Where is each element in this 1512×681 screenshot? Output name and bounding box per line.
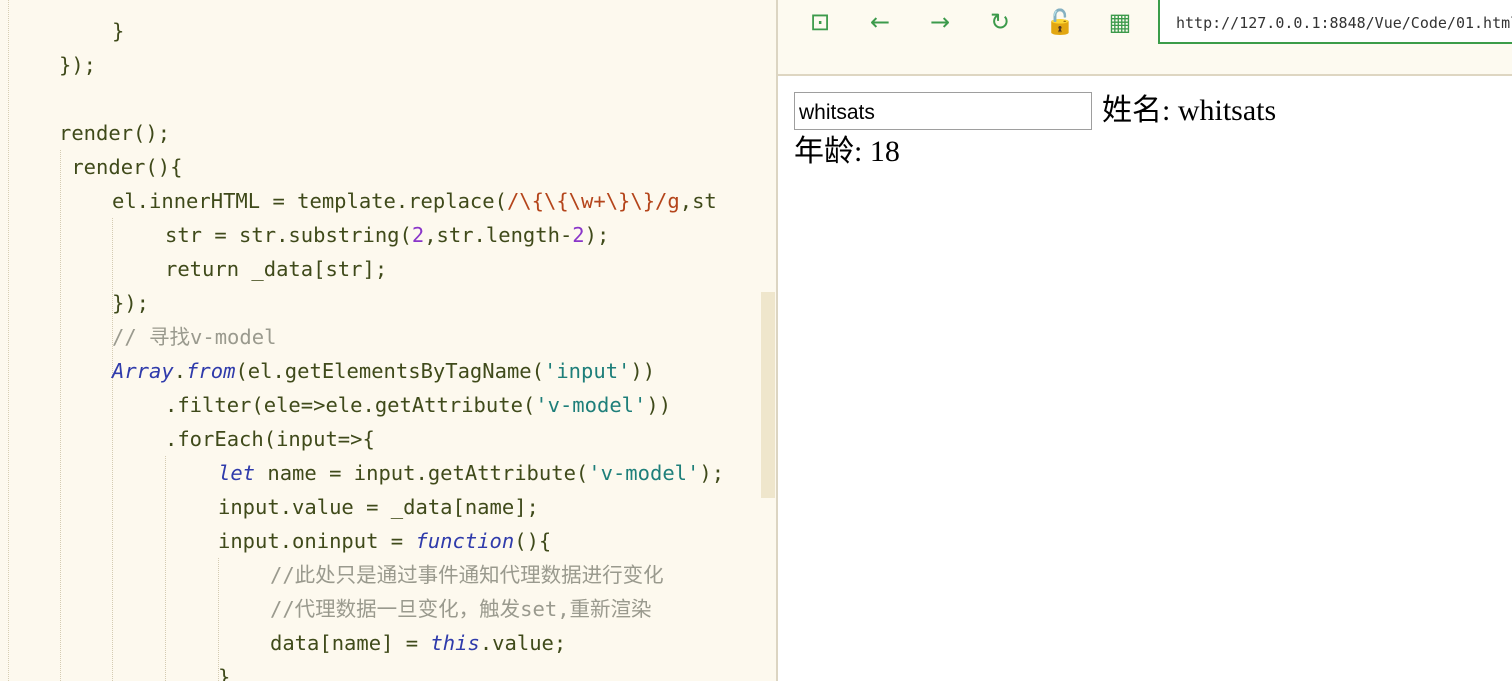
code-line: }); xyxy=(112,286,149,320)
code-token: . xyxy=(173,359,187,383)
code-line: data[name] = this.value; xyxy=(270,626,566,660)
code-token: )) xyxy=(630,359,656,383)
code-line: let name = input.getAttribute('v-model')… xyxy=(218,456,724,490)
code-token: el.innerHTML = template.replace( xyxy=(112,189,507,213)
code-token: this xyxy=(430,631,480,655)
code-token: str = str.substring( xyxy=(165,223,412,247)
unlock-icon[interactable]: 🔓 xyxy=(1044,6,1076,38)
code-token: ,str.length- xyxy=(424,223,573,247)
code-token: } xyxy=(218,665,231,681)
code-line: render(){ xyxy=(59,150,182,184)
code-token: function xyxy=(415,529,515,553)
code-token: 'v-model' xyxy=(588,461,700,485)
reload-icon[interactable]: ↻ xyxy=(984,6,1016,38)
code-token: .filter(ele=>ele.getAttribute( xyxy=(165,393,536,417)
code-token: (el.getElementsByTagName( xyxy=(235,359,544,383)
code-token: }); xyxy=(112,291,150,315)
code-token: name = input.getAttribute( xyxy=(255,461,589,485)
code-line: return _data[str]; xyxy=(165,252,387,286)
code-token: return _data[str]; xyxy=(165,257,388,281)
name-input[interactable] xyxy=(794,92,1092,130)
code-line: } xyxy=(112,14,124,48)
code-token: /\{\{\w+\}\}/g xyxy=(506,189,680,213)
code-token: 'input' xyxy=(544,359,631,383)
scrollbar-thumb[interactable] xyxy=(761,292,775,498)
code-token: ,st xyxy=(679,189,717,213)
code-line: input.value = _data[name]; xyxy=(218,490,539,524)
code-line: str = str.substring(2,str.length-2); xyxy=(165,218,609,252)
name-display: 姓名: whitsats xyxy=(1102,94,1277,127)
code-token: render(){ xyxy=(59,155,183,179)
code-token: let xyxy=(218,461,256,485)
indent-guide xyxy=(165,456,166,681)
code-token: input.value = _data[name]; xyxy=(218,495,539,519)
code-token: 2 xyxy=(572,223,585,247)
gutter-guide xyxy=(8,0,9,681)
code-line: .filter(ele=>ele.getAttribute('v-model')… xyxy=(165,388,671,422)
age-display: 年龄: 18 xyxy=(794,135,900,168)
code-token: input.oninput = xyxy=(218,529,416,553)
qr-code-icon[interactable]: ▦ xyxy=(1104,6,1136,38)
code-token: data[name] = xyxy=(270,631,431,655)
code-token: (){ xyxy=(514,529,552,553)
address-bar[interactable]: http://127.0.0.1:8848/Vue/Code/01.html xyxy=(1158,0,1512,44)
code-token: Array xyxy=(112,359,174,383)
code-token: render(); xyxy=(59,121,171,145)
code-line: } xyxy=(218,660,230,681)
code-token: //此处只是通过事件通知代理数据进行变化 xyxy=(270,563,664,587)
code-line: Array.from(el.getElementsByTagName('inpu… xyxy=(112,354,655,388)
code-token: } xyxy=(112,19,125,43)
indent-guide xyxy=(60,150,61,681)
browser-preview: ⊡ ← → ↻ 🔓 ▦ http://127.0.0.1:8848/Vue/Code/01… xyxy=(776,0,1512,681)
code-token: }); xyxy=(59,53,97,77)
code-token: 2 xyxy=(411,223,425,247)
code-line: // 寻找v-model xyxy=(112,320,276,354)
code-token: ); xyxy=(699,461,725,485)
code-line: render(); xyxy=(59,116,170,150)
code-token: ); xyxy=(584,223,610,247)
back-arrow-icon[interactable]: ← xyxy=(864,6,896,38)
code-token: 'v-model' xyxy=(535,393,647,417)
code-line: .forEach(input=>{ xyxy=(165,422,375,456)
code-token: )) xyxy=(646,393,672,417)
code-line: //此处只是通过事件通知代理数据进行变化 xyxy=(270,558,664,592)
code-token: //代理数据一旦变化，触发set,重新渲染 xyxy=(270,597,652,621)
code-editor[interactable]: }}); render(); render(){ el.innerHTML = te… xyxy=(0,0,776,681)
terminal-icon[interactable]: ⊡ xyxy=(804,6,836,38)
code-token: // 寻找v-model xyxy=(112,325,277,349)
code-line: //代理数据一旦变化，触发set,重新渲染 xyxy=(270,592,652,626)
code-token: .forEach(input=>{ xyxy=(165,427,375,451)
code-line: el.innerHTML = template.replace(/\{\{\w+… xyxy=(112,184,717,218)
code-line: }); xyxy=(59,48,96,82)
code-token: from xyxy=(186,359,236,383)
code-line: input.oninput = function(){ xyxy=(218,524,551,558)
browser-toolbar: ⊡ ← → ↻ 🔓 ▦ http://127.0.0.1:8848/Vue/Code/01… xyxy=(778,0,1512,76)
code-token: .value; xyxy=(479,631,567,655)
forward-arrow-icon[interactable]: → xyxy=(924,6,956,38)
